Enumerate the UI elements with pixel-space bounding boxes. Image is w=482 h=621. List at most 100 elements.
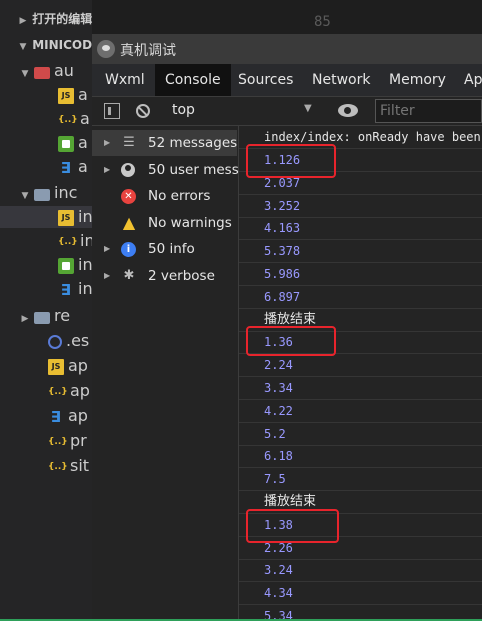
- file-name: in: [78, 255, 92, 274]
- project-header[interactable]: ▼ MINICODE: [18, 34, 92, 56]
- file-name: in: [80, 231, 92, 250]
- editor-area: 85: [268, 0, 482, 34]
- file-name: ap: [70, 381, 90, 400]
- sidebar-item-label: 52 messages: [148, 135, 238, 151]
- chevron-down-icon: ▼: [21, 191, 29, 201]
- tab-memory[interactable]: Memory: [379, 64, 456, 96]
- console-number-line: 7.5: [239, 468, 482, 492]
- sidebar-item-warnings[interactable]: ▲ No warnings: [92, 210, 237, 236]
- clear-console-icon[interactable]: [136, 104, 150, 118]
- sidebar-item-verbose[interactable]: ▶ ✱ 2 verbose: [92, 263, 237, 289]
- tab-console[interactable]: Console: [155, 64, 231, 96]
- wxss-file-icon: ∃: [60, 280, 72, 299]
- bug-icon: ✱: [123, 268, 135, 283]
- chevron-right-icon: ▶: [104, 271, 111, 280]
- console-number-line: 5.378: [239, 240, 482, 264]
- file-tree-item[interactable]: {..} pr: [0, 430, 92, 452]
- console-number-line: 3.252: [239, 195, 482, 218]
- wechat-logo-icon: [97, 40, 115, 58]
- console-number-line: 4.34: [239, 582, 482, 606]
- file-tree-item[interactable]: JS in: [0, 206, 92, 228]
- sidebar-item-label: 2 verbose: [148, 268, 215, 284]
- dropdown-arrow-icon[interactable]: ▼: [304, 103, 312, 114]
- chevron-down-icon: ▼: [21, 69, 29, 79]
- title-bar[interactable]: 真机调试: [92, 34, 482, 64]
- open-editors-label: 打开的编辑器: [32, 12, 92, 26]
- file-tree-item[interactable]: {..} ap: [0, 380, 92, 402]
- file-tree-item[interactable]: ∃ in: [0, 278, 92, 300]
- chevron-right-icon: ▶: [21, 314, 29, 324]
- red-highlight-box: [246, 326, 336, 357]
- sidebar-item-label: 50 user mess...: [148, 162, 252, 178]
- file-tree-item[interactable]: ▼ inc: [0, 182, 92, 204]
- file-tree-item[interactable]: ∃ a: [0, 156, 92, 178]
- context-selector[interactable]: top: [172, 102, 195, 118]
- tab-wxml[interactable]: Wxml: [95, 64, 155, 96]
- json-file-icon: {..}: [48, 436, 68, 447]
- wxml-file-icon: [58, 257, 74, 274]
- console-number-line: 4.22: [239, 400, 482, 423]
- red-highlight-box: [246, 508, 339, 543]
- js-file-icon: JS: [48, 358, 64, 375]
- console-number-line: 3.24: [239, 559, 482, 583]
- sidebar-item-label: No errors: [148, 188, 211, 204]
- file-name: a: [80, 109, 90, 128]
- sidebar-item-info[interactable]: ▶ i 50 info: [92, 236, 237, 262]
- warning-icon: ▲: [122, 213, 136, 232]
- console-number-line: 3.34: [239, 377, 482, 400]
- file-tree-item[interactable]: JS ap: [0, 355, 92, 377]
- file-tree-item[interactable]: {..} in: [0, 230, 92, 252]
- wxss-file-icon: ∃: [60, 158, 72, 177]
- file-name: in: [78, 279, 92, 298]
- file-tree-item[interactable]: .es: [0, 330, 92, 352]
- sidebar-item-messages[interactable]: ▶ 52 messages: [92, 130, 237, 156]
- console-number-line: 6.897: [239, 286, 482, 309]
- file-tree-item[interactable]: ∃ ap: [0, 405, 92, 427]
- chevron-right-icon: ▶: [104, 165, 111, 174]
- tab-network[interactable]: Network: [302, 64, 380, 96]
- folder-icon: [34, 66, 50, 79]
- sidebar-item-errors[interactable]: ✕ No errors: [92, 183, 237, 209]
- file-tree-item[interactable]: JS a: [0, 84, 92, 106]
- sidebar-item-user-messages[interactable]: ▶ 50 user mess...: [92, 157, 252, 183]
- error-icon: ✕: [121, 189, 136, 204]
- wxml-file-icon: [58, 135, 74, 152]
- console-output[interactable]: index/index: onReady have been 1.126 2.03…: [239, 126, 482, 621]
- file-name: a: [78, 85, 88, 104]
- user-icon: [121, 163, 135, 177]
- tab-sources[interactable]: Sources: [228, 64, 303, 96]
- file-name: .es: [66, 331, 90, 350]
- console-number-line: 4.163: [239, 217, 482, 241]
- filter-input[interactable]: [375, 99, 482, 123]
- chevron-right-icon: ▶: [104, 138, 111, 147]
- js-file-icon: JS: [58, 87, 74, 104]
- sidebar-item-label: No warnings: [148, 215, 232, 231]
- file-tree-item[interactable]: a: [0, 132, 92, 154]
- tab-ap[interactable]: Ap: [454, 64, 482, 96]
- file-name: a: [78, 157, 88, 176]
- file-name: ap: [68, 356, 88, 375]
- file-tree-item[interactable]: {..} a: [0, 108, 92, 130]
- console-number-line: 6.18: [239, 445, 482, 469]
- json-file-icon: {..}: [58, 114, 78, 125]
- folder-icon: [34, 311, 50, 324]
- file-name: re: [54, 306, 71, 325]
- console-number-line: 5.986: [239, 263, 482, 286]
- devtools-window: 真机调试 Wxml Console Sources Network Memory…: [92, 34, 482, 621]
- file-explorer: ▶ 打开的编辑器 ▼ MINICODE ▼auJSa{..}aa∃a▼incJS…: [0, 0, 92, 621]
- file-tree-item[interactable]: ▶ re: [0, 305, 92, 327]
- file-name: a: [78, 133, 88, 152]
- devtools-tabbar: Wxml Console Sources Network Memory Ap: [92, 64, 482, 97]
- eslint-icon: [48, 334, 62, 349]
- line-number: 85: [314, 14, 331, 30]
- sidebar-toggle-icon[interactable]: [104, 103, 120, 119]
- file-name: in: [78, 207, 92, 226]
- file-tree-item[interactable]: in: [0, 254, 92, 276]
- file-tree-item[interactable]: {..} sit: [0, 455, 92, 477]
- file-name: ap: [68, 406, 88, 425]
- open-editors-header[interactable]: ▶ 打开的编辑器: [18, 8, 92, 30]
- eye-icon[interactable]: [338, 104, 358, 117]
- json-file-icon: {..}: [48, 386, 68, 397]
- file-tree-item[interactable]: ▼ au: [0, 60, 92, 82]
- console-toolbar: top ▼: [92, 97, 482, 126]
